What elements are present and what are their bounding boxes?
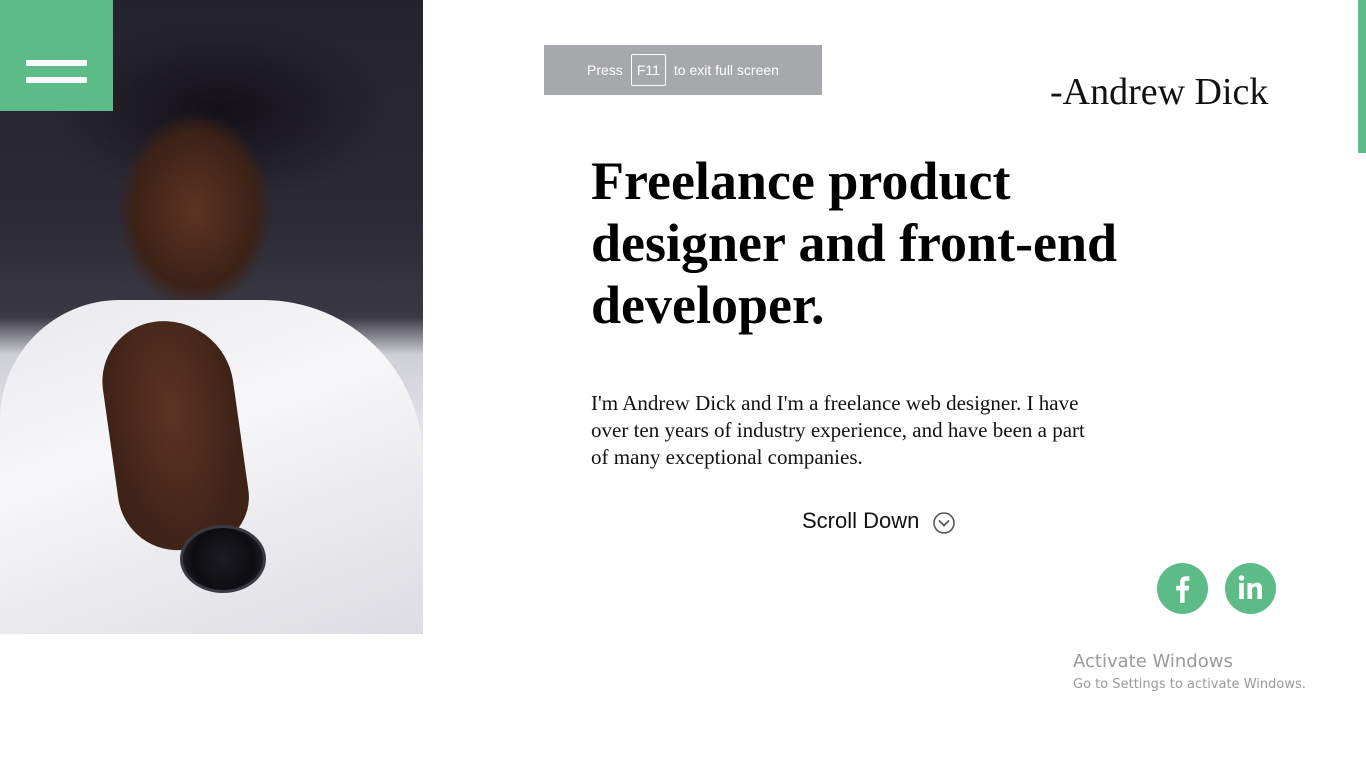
fullscreen-notice-after: to exit full screen (673, 62, 779, 78)
facebook-button[interactable] (1157, 563, 1208, 614)
fullscreen-key: F11 (630, 54, 666, 86)
facebook-icon (1176, 576, 1190, 603)
linkedin-icon (1238, 575, 1262, 599)
fullscreen-notice-before: Press (587, 62, 623, 78)
activate-windows-watermark: Activate Windows Go to Settings to activ… (1073, 651, 1306, 697)
scroll-down-label: Scroll Down (802, 508, 920, 533)
chevron-down-circle-icon (933, 512, 956, 534)
page-headline: Freelance product designer and front-end… (591, 151, 1118, 335)
activate-windows-subtitle: Go to Settings to activate Windows. (1073, 677, 1306, 692)
menu-bar-bottom (26, 77, 87, 83)
page-scroll-indicator[interactable] (1358, 0, 1366, 153)
linkedin-button[interactable] (1225, 563, 1276, 614)
hamburger-menu-button[interactable] (0, 0, 113, 111)
signature: -Andrew Dick (1050, 71, 1269, 113)
fullscreen-notice: Press F11 to exit full screen (544, 45, 822, 95)
portrait-watch (180, 525, 266, 593)
activate-windows-title: Activate Windows (1073, 651, 1233, 672)
menu-bar-top (26, 60, 87, 66)
intro-paragraph: I'm Andrew Dick and I'm a freelance web … (591, 391, 1085, 469)
portfolio-page: Press F11 to exit full screen -Andrew Di… (0, 0, 1366, 768)
scroll-down-link[interactable]: Scroll Down (802, 508, 956, 534)
